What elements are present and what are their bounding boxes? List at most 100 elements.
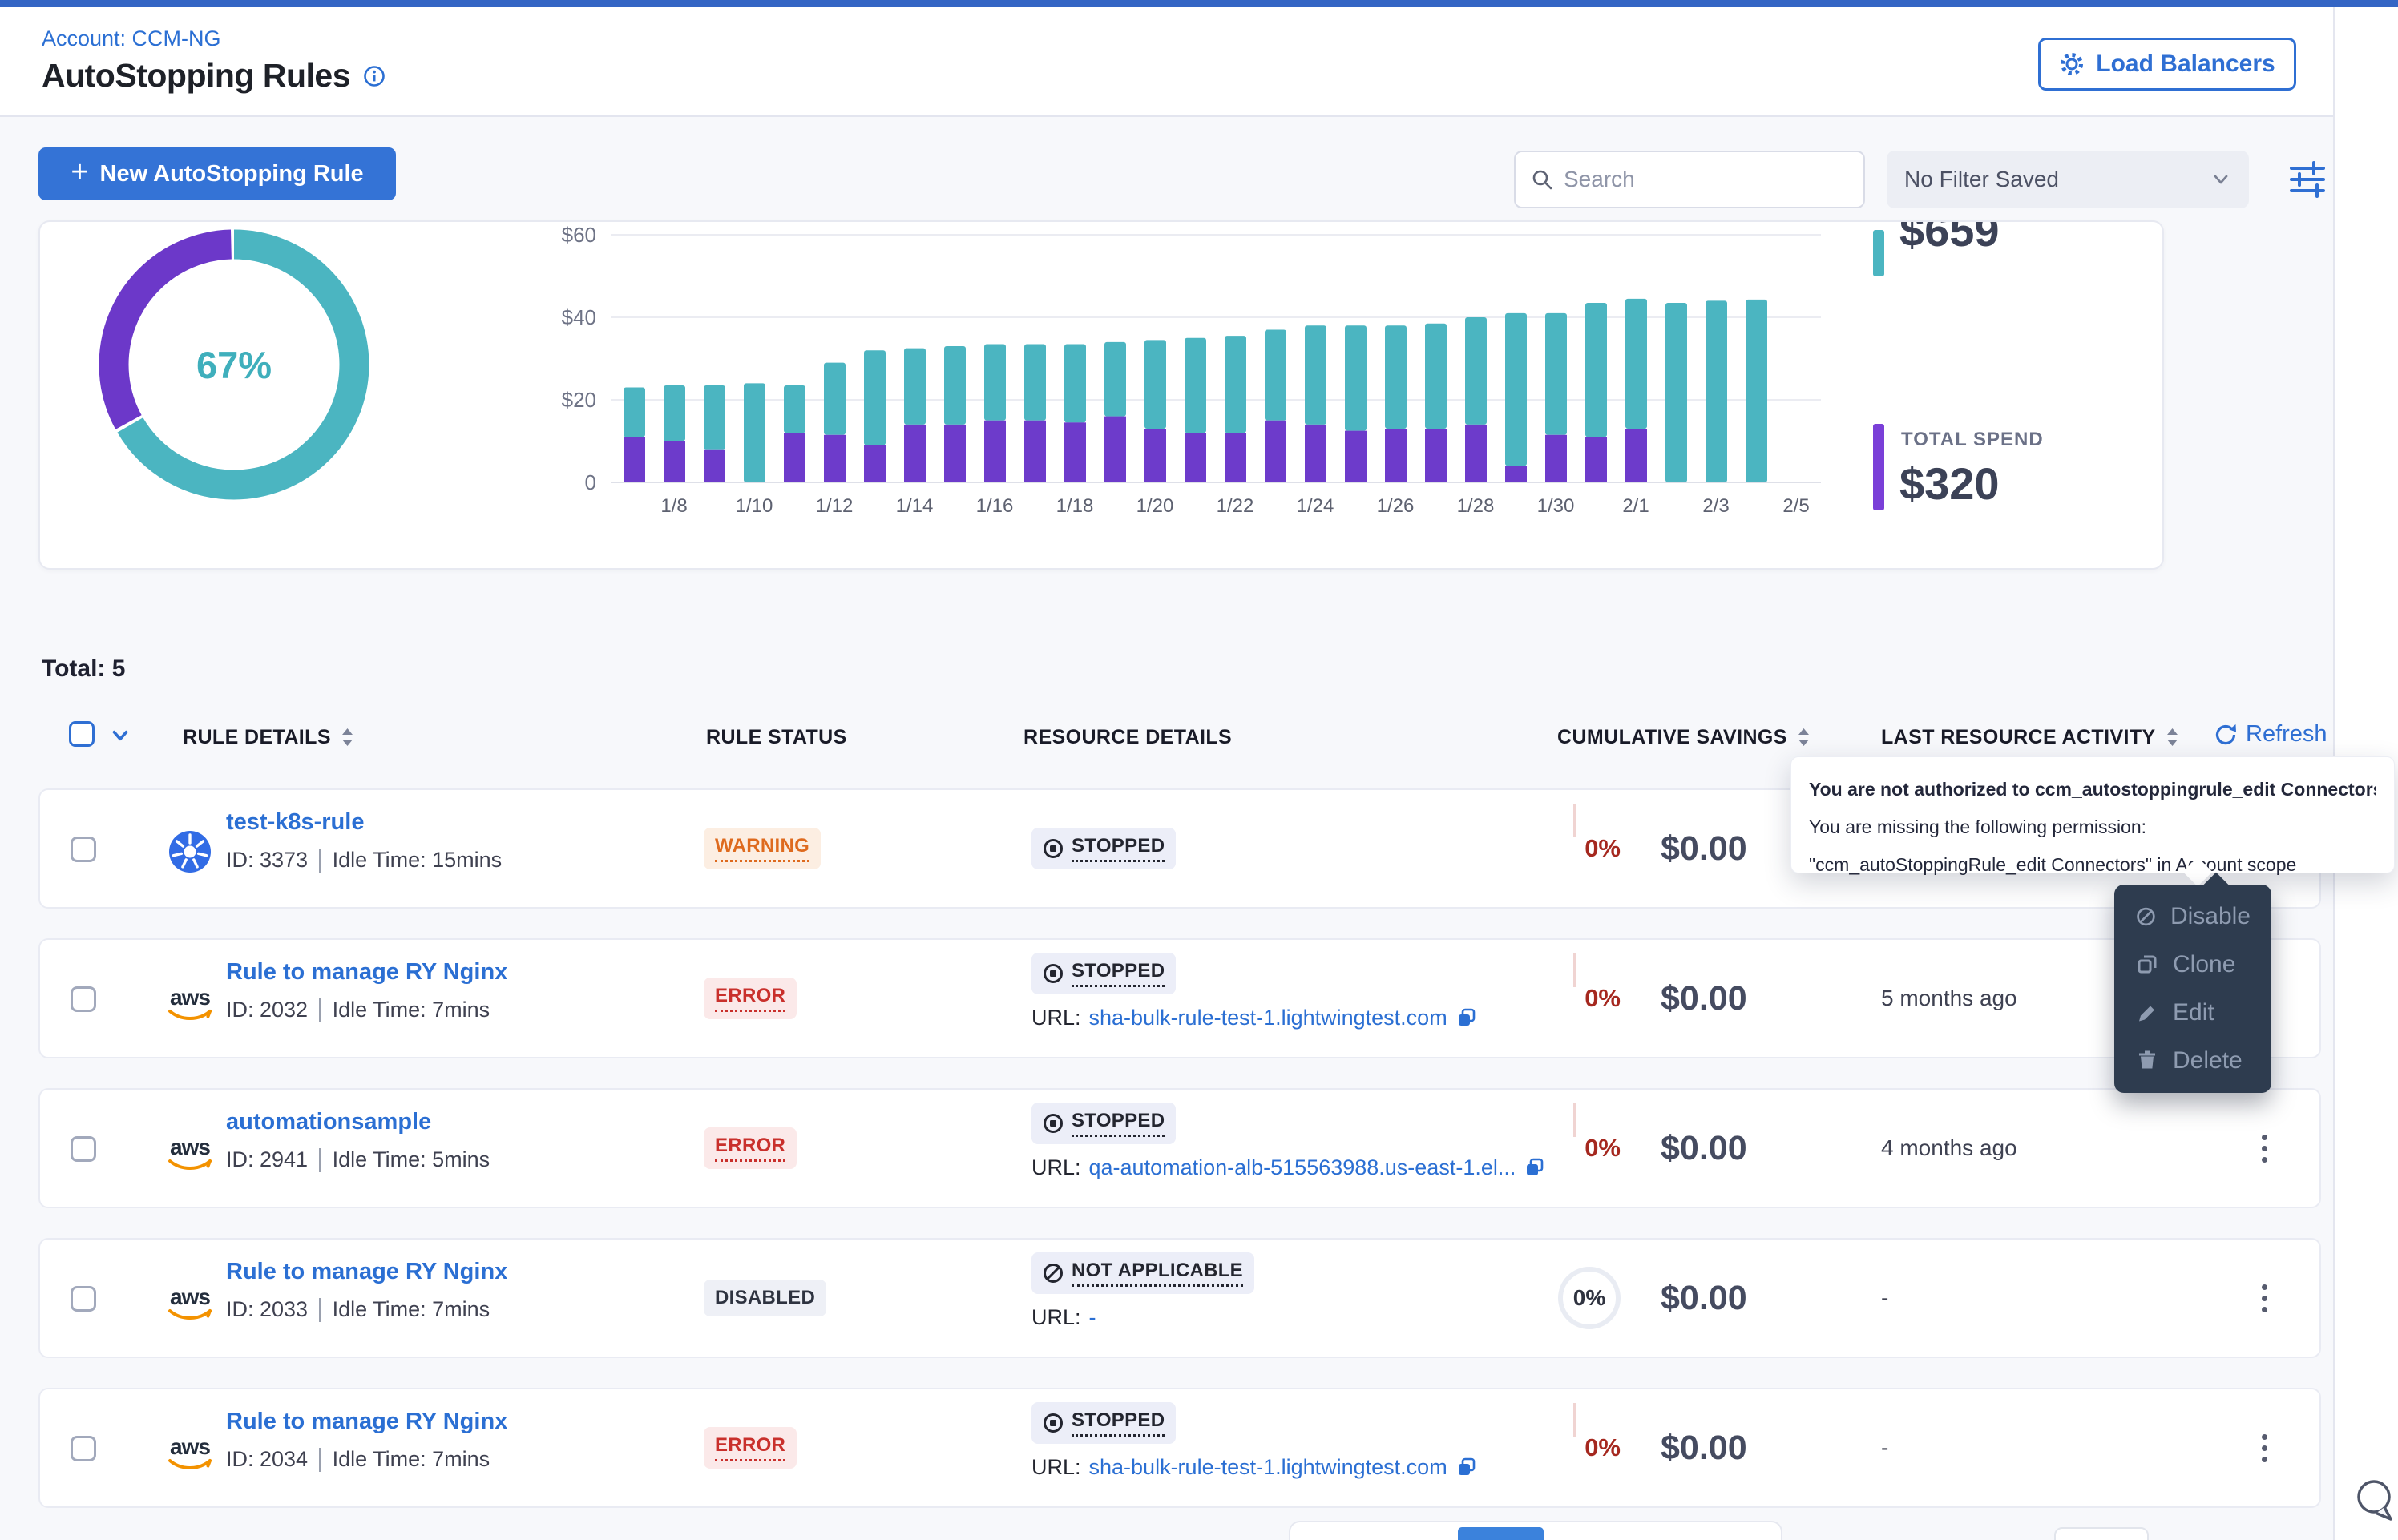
rule-name-link[interactable]: Rule to manage RY Nginx xyxy=(226,1259,507,1285)
kubernetes-icon xyxy=(168,830,212,873)
rule-meta: ID: 3373Idle Time: 15mins xyxy=(226,848,502,873)
menu-item-delete[interactable]: Delete xyxy=(2114,1037,2271,1085)
refresh-icon xyxy=(2214,723,2238,747)
delete-icon xyxy=(2135,1049,2159,1073)
svg-text:1/14: 1/14 xyxy=(896,495,934,517)
stopped-icon xyxy=(1043,963,1064,984)
row-checkbox[interactable] xyxy=(71,986,96,1012)
resource-url: URL:- xyxy=(1031,1305,1254,1330)
tooltip-line-2: You are missing the following permission… xyxy=(1809,808,2376,846)
summary-chart-card: 67% 0$20$40$601/81/101/121/141/161/181/2… xyxy=(38,220,2164,570)
resource-url-link[interactable]: - xyxy=(1089,1305,1096,1330)
rule-status-badge: ERROR xyxy=(704,978,797,1019)
search-input[interactable] xyxy=(1564,167,1849,192)
row-actions-kebab-icon[interactable] xyxy=(2262,1090,2267,1207)
row-actions-kebab-icon[interactable] xyxy=(2262,1240,2267,1357)
last-activity: 4 months ago xyxy=(1881,1090,2017,1207)
help-chat-button[interactable] xyxy=(2353,1476,2396,1530)
resource-state-badge: STOPPED xyxy=(1031,1103,1176,1144)
svg-text:$60: $60 xyxy=(562,226,596,247)
saved-filter-select[interactable]: No Filter Saved xyxy=(1887,151,2249,208)
stopped-icon xyxy=(1043,1113,1064,1134)
account-breadcrumb[interactable]: Account: CCM-NG xyxy=(42,26,221,51)
not-applicable-icon xyxy=(1043,1263,1064,1284)
edit-icon xyxy=(2135,1001,2159,1025)
total-spend-value: $320 xyxy=(1899,458,2000,510)
column-last-resource-activity[interactable]: LAST RESOURCE ACTIVITY xyxy=(1881,726,2179,749)
rule-name-link[interactable]: automationsample xyxy=(226,1109,431,1135)
rule-meta: ID: 2032Idle Time: 7mins xyxy=(226,998,490,1022)
savings-percent: 0% xyxy=(1540,1090,1621,1207)
svg-text:1/28: 1/28 xyxy=(1457,495,1495,517)
rule-row: aws Rule to manage RY Nginx ID: 2032Idle… xyxy=(38,938,2321,1058)
column-cumulative-savings[interactable]: CUMULATIVE SAVINGS xyxy=(1557,726,1811,749)
menu-item-edit[interactable]: Edit xyxy=(2114,989,2271,1037)
load-balancers-label: Load Balancers xyxy=(2096,50,2275,78)
row-actions-kebab-icon[interactable] xyxy=(2262,1389,2267,1506)
resource-url-link[interactable]: sha-bulk-rule-test-1.lightwingtest.com xyxy=(1089,1455,1447,1480)
row-checkbox[interactable] xyxy=(71,837,96,862)
menu-item-clone[interactable]: Clone xyxy=(2114,941,2271,989)
column-resource-details: RESOURCE DETAILS xyxy=(1023,726,1232,749)
new-rule-label: New AutoStopping Rule xyxy=(100,161,364,187)
svg-text:1/30: 1/30 xyxy=(1537,495,1575,517)
resource-state-badge: STOPPED xyxy=(1031,953,1176,994)
menu-item-disable[interactable]: Disable xyxy=(2114,893,2271,941)
savings-percent: 0% xyxy=(1540,1389,1621,1506)
new-autostopping-rule-button[interactable]: + New AutoStopping Rule xyxy=(38,147,396,200)
last-activity: - xyxy=(1881,1389,1888,1506)
row-checkbox[interactable] xyxy=(71,1436,96,1461)
sort-icon xyxy=(1797,728,1811,748)
rule-name-link[interactable]: test-k8s-rule xyxy=(226,809,364,836)
filter-panel-button[interactable] xyxy=(2284,157,2331,202)
total-count-label: Total: 5 xyxy=(42,655,125,683)
svg-text:2/3: 2/3 xyxy=(1702,495,1729,517)
copy-url-icon[interactable] xyxy=(1455,1007,1477,1029)
rule-row: aws Rule to manage RY Nginx ID: 2034Idle… xyxy=(38,1388,2321,1508)
bulk-select-chevron-icon[interactable] xyxy=(109,724,131,751)
search-icon xyxy=(1530,167,1554,191)
svg-text:1/16: 1/16 xyxy=(976,495,1014,517)
rule-name-link[interactable]: Rule to manage RY Nginx xyxy=(226,959,507,986)
current-page-button[interactable] xyxy=(1458,1527,1544,1540)
svg-text:$40: $40 xyxy=(562,305,596,329)
svg-text:0: 0 xyxy=(585,470,596,494)
select-all-checkbox[interactable] xyxy=(69,721,95,747)
info-icon[interactable] xyxy=(363,65,386,87)
copy-url-icon[interactable] xyxy=(1455,1457,1477,1478)
resource-url: URL:sha-bulk-rule-test-1.lightwingtest.c… xyxy=(1031,1455,1477,1480)
savings-percent: 0% xyxy=(1540,1240,1621,1357)
resource-url-link[interactable]: qa-automation-alb-515563988.us-east-1.el… xyxy=(1089,1155,1516,1180)
column-rule-details[interactable]: RULE DETAILS xyxy=(183,726,354,749)
refresh-button[interactable]: Refresh xyxy=(2214,721,2327,748)
sort-icon xyxy=(2166,728,2179,748)
total-spend-legend-bar xyxy=(1873,424,1884,510)
aws-icon: aws xyxy=(168,1436,212,1471)
rule-status-badge: WARNING xyxy=(704,828,821,869)
row-checkbox[interactable] xyxy=(71,1286,96,1312)
bottom-right-button[interactable] xyxy=(2054,1527,2149,1540)
total-savings-value: $659 xyxy=(1899,220,2000,256)
svg-text:1/26: 1/26 xyxy=(1377,495,1415,517)
spend-savings-bar-chart: 0$20$40$601/81/101/121/141/161/181/201/2… xyxy=(547,226,1845,538)
load-balancers-button[interactable]: Load Balancers xyxy=(2038,38,2296,91)
svg-text:1/24: 1/24 xyxy=(1297,495,1334,517)
row-checkbox[interactable] xyxy=(71,1136,96,1162)
table-header: RULE DETAILS RULE STATUS RESOURCE DETAIL… xyxy=(38,712,2321,763)
last-activity: 5 months ago xyxy=(1881,940,2017,1057)
svg-text:1/22: 1/22 xyxy=(1217,495,1254,517)
resource-url-link[interactable]: sha-bulk-rule-test-1.lightwingtest.com xyxy=(1089,1006,1447,1030)
svg-text:1/12: 1/12 xyxy=(816,495,854,517)
sort-icon xyxy=(341,728,354,748)
autostopping-rules-page: Account: CCM-NG AutoStopping Rules Load … xyxy=(0,0,2398,1540)
svg-text:1/18: 1/18 xyxy=(1056,495,1094,517)
row-actions-menu: DisableCloneEditDelete xyxy=(2114,885,2271,1093)
filter-sliders-icon xyxy=(2285,159,2330,200)
rule-status-badge: DISABLED xyxy=(704,1280,826,1316)
tooltip-line-1: You are not authorized to ccm_autostoppi… xyxy=(1809,771,2376,808)
search-box xyxy=(1514,151,1865,208)
last-activity: - xyxy=(1881,1240,1888,1357)
pagination-bar xyxy=(1289,1521,1782,1540)
rule-name-link[interactable]: Rule to manage RY Nginx xyxy=(226,1409,507,1435)
savings-amount: $0.00 xyxy=(1661,790,1747,907)
